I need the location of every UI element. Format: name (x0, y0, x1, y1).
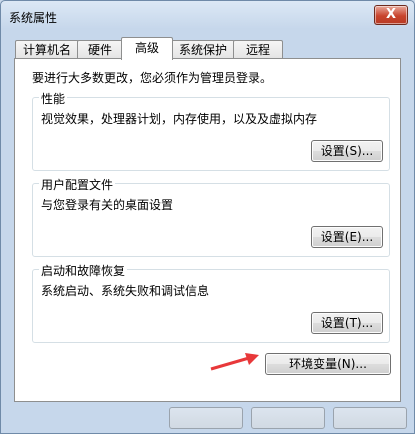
performance-group: 性能 视觉效果，处理器计划，内存使用，以及及虚拟内存 设置(S)... (32, 90, 390, 171)
startup-recovery-title: 启动和故障恢复 (39, 262, 128, 279)
user-profiles-settings-button[interactable]: 设置(E)... (311, 226, 383, 248)
title-bar: 系统属性 X (1, 1, 414, 31)
admin-notice: 要进行大多数更改，您必须作为管理员登录。 (32, 71, 273, 85)
ok-button[interactable] (169, 407, 243, 429)
close-button[interactable]: X (374, 5, 408, 25)
tab-computer-name[interactable]: 计算机名 (15, 40, 79, 59)
startup-recovery-settings-button[interactable]: 设置(T)... (311, 312, 383, 334)
performance-title: 性能 (39, 90, 68, 107)
apply-button[interactable] (333, 407, 407, 429)
performance-settings-button[interactable]: 设置(S)... (311, 140, 383, 162)
startup-recovery-description: 系统启动、系统失败和调试信息 (41, 284, 210, 298)
advanced-tab-panel: 要进行大多数更改，您必须作为管理员登录。 性能 视觉效果，处理器计划，内存使用，… (14, 58, 401, 402)
user-profiles-description: 与您登录有关的桌面设置 (41, 198, 174, 212)
close-icon: X (385, 7, 397, 22)
user-profiles-group: 用户配置文件 与您登录有关的桌面设置 设置(E)... (32, 176, 390, 257)
performance-description: 视觉效果，处理器计划，内存使用，以及及虚拟内存 (41, 112, 318, 126)
window-title: 系统属性 (9, 11, 58, 25)
cancel-button[interactable] (251, 407, 325, 429)
tab-advanced[interactable]: 高级 (121, 37, 173, 60)
system-properties-window: 系统属性 X 计算机名 硬件 高级 系统保护 远程 要进行大多数更改，您必须作为… (0, 0, 415, 434)
tab-remote[interactable]: 远程 (233, 40, 283, 59)
user-profiles-title: 用户配置文件 (39, 176, 116, 193)
environment-variables-button[interactable]: 环境变量(N)... (265, 353, 391, 375)
tab-system-protection[interactable]: 系统保护 (171, 40, 235, 59)
tab-hardware[interactable]: 硬件 (77, 40, 123, 59)
startup-recovery-group: 启动和故障恢复 系统启动、系统失败和调试信息 设置(T)... (32, 262, 390, 343)
red-arrow-icon (210, 353, 259, 371)
